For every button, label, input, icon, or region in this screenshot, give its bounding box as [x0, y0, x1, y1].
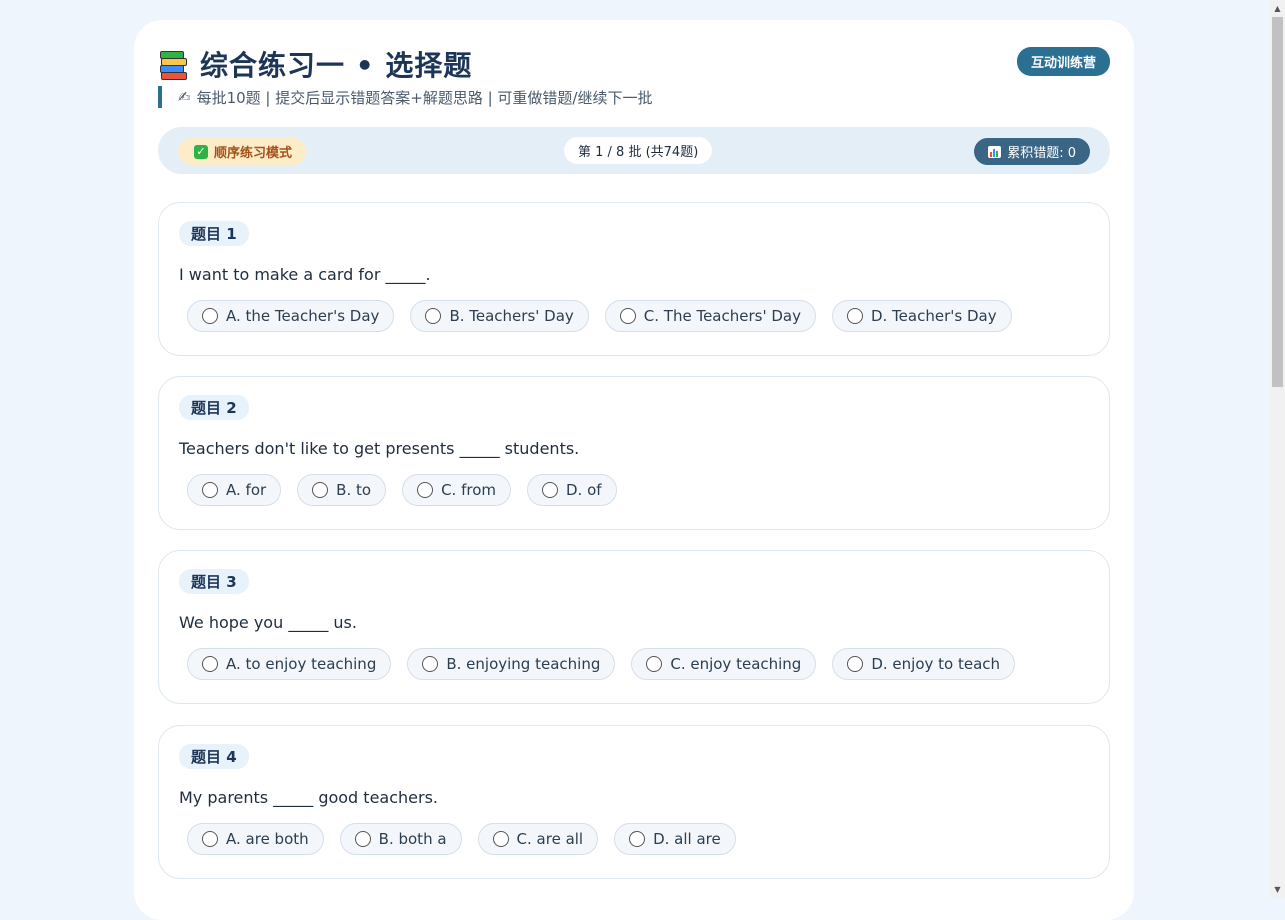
option-list: A. for B. to C. from D. of: [187, 474, 633, 506]
option-label: A. are both: [226, 830, 309, 848]
question-label: 题目 1: [179, 221, 249, 246]
question-card: 题目 2 Teachers don't like to get presents…: [158, 376, 1110, 530]
option-a[interactable]: A. to enjoy teaching: [187, 648, 392, 680]
option-a[interactable]: A. are both: [187, 823, 324, 855]
option-label: D. enjoy to teach: [871, 655, 1001, 673]
question-text: I want to make a card for _____.: [179, 265, 431, 284]
option-list: A. to enjoy teaching B. enjoying teachin…: [187, 648, 1031, 680]
radio-icon[interactable]: [619, 308, 636, 324]
page-title: 综合练习一 • 选择题: [200, 49, 473, 82]
title-row: 综合练习一 • 选择题: [158, 44, 472, 84]
radio-icon[interactable]: [425, 308, 442, 324]
option-b[interactable]: B. both a: [339, 823, 462, 855]
question-label: 题目 4: [179, 744, 249, 769]
option-list: A. are both B. both a C. are all D. all …: [187, 823, 752, 855]
option-c[interactable]: C. The Teachers' Day: [604, 300, 816, 332]
option-label: C. enjoy teaching: [670, 655, 802, 673]
option-label: D. Teacher's Day: [870, 307, 997, 325]
option-a[interactable]: A. the Teacher's Day: [187, 300, 395, 332]
option-d[interactable]: D. all are: [614, 823, 736, 855]
radio-icon[interactable]: [202, 831, 218, 847]
option-label: C. The Teachers' Day: [643, 307, 801, 325]
camp-badge: 互动训练营: [1016, 47, 1110, 76]
radio-icon[interactable]: [492, 831, 509, 847]
batch-indicator: 第 1 / 8 批 (共74题): [564, 137, 713, 164]
question-text: We hope you _____ us.: [179, 613, 357, 632]
scroll-up-arrow-icon[interactable]: ▲: [1270, 0, 1285, 17]
chart-icon: [988, 145, 1002, 158]
mode-badge: ✓ 顺序练习模式: [178, 138, 307, 165]
pencil-icon: ✍: [178, 88, 191, 106]
option-label: D. all are: [653, 830, 721, 848]
option-b[interactable]: B. enjoying teaching: [407, 648, 616, 680]
option-d[interactable]: D. of: [526, 474, 617, 506]
option-label: D. of: [565, 481, 602, 499]
radio-icon[interactable]: [646, 656, 663, 672]
radio-icon[interactable]: [312, 482, 329, 498]
radio-icon[interactable]: [629, 831, 646, 847]
option-b[interactable]: B. Teachers' Day: [410, 300, 589, 332]
wrong-count-label: 累积错题: 0: [1007, 146, 1076, 161]
radio-icon[interactable]: [354, 831, 371, 847]
check-icon: ✓: [194, 144, 208, 159]
option-label: C. are all: [516, 830, 584, 848]
option-label: B. Teachers' Day: [449, 307, 574, 325]
option-label: A. for: [226, 481, 267, 499]
wrong-count-badge: 累积错题: 0: [974, 138, 1090, 165]
radio-icon[interactable]: [422, 656, 439, 672]
radio-icon[interactable]: [541, 482, 558, 498]
option-label: A. the Teacher's Day: [226, 307, 380, 325]
question-label: 题目 3: [179, 569, 249, 594]
question-card: 题目 4 My parents _____ good teachers. A. …: [158, 725, 1110, 879]
question-text: Teachers don't like to get presents ____…: [179, 439, 580, 458]
radio-icon[interactable]: [846, 308, 863, 324]
option-label: A. to enjoy teaching: [226, 655, 377, 673]
books-icon: [158, 49, 188, 80]
option-label: B. to: [336, 481, 372, 499]
radio-icon[interactable]: [417, 482, 434, 498]
subtitle-text: 每批10题 | 提交后显示错题答案+解题思路 | 可重做错题/继续下一批: [196, 88, 653, 107]
option-label: C. from: [441, 481, 496, 499]
main-card: 综合练习一 • 选择题 互动训练营 ✍ 每批10题 | 提交后显示错题答案+解题…: [134, 20, 1134, 920]
radio-icon[interactable]: [202, 308, 218, 324]
option-b[interactable]: B. to: [297, 474, 387, 506]
scrollbar-thumb[interactable]: [1272, 17, 1283, 387]
question-card: 题目 3 We hope you _____ us. A. to enjoy t…: [158, 550, 1110, 704]
question-text: My parents _____ good teachers.: [179, 788, 438, 807]
question-card: 题目 1 I want to make a card for _____. A.…: [158, 202, 1110, 356]
option-d[interactable]: D. Teacher's Day: [831, 300, 1012, 332]
option-label: B. enjoying teaching: [446, 655, 601, 673]
radio-icon[interactable]: [847, 656, 864, 672]
radio-icon[interactable]: [202, 482, 218, 498]
vertical-scrollbar[interactable]: ▲ ▼: [1270, 0, 1285, 898]
option-c[interactable]: C. from: [402, 474, 511, 506]
status-bar: ✓ 顺序练习模式 第 1 / 8 批 (共74题) 累积错题: 0: [158, 127, 1110, 174]
option-c[interactable]: C. are all: [477, 823, 599, 855]
option-d[interactable]: D. enjoy to teach: [832, 648, 1016, 680]
option-label: B. both a: [378, 830, 447, 848]
question-label: 题目 2: [179, 395, 249, 420]
subtitle: ✍ 每批10题 | 提交后显示错题答案+解题思路 | 可重做错题/继续下一批: [158, 86, 652, 108]
radio-icon[interactable]: [202, 656, 218, 672]
option-a[interactable]: A. for: [187, 474, 282, 506]
scroll-down-arrow-icon[interactable]: ▼: [1270, 881, 1285, 898]
option-c[interactable]: C. enjoy teaching: [631, 648, 817, 680]
mode-label: 顺序练习模式: [214, 146, 293, 161]
option-list: A. the Teacher's Day B. Teachers' Day C.…: [187, 300, 1028, 332]
